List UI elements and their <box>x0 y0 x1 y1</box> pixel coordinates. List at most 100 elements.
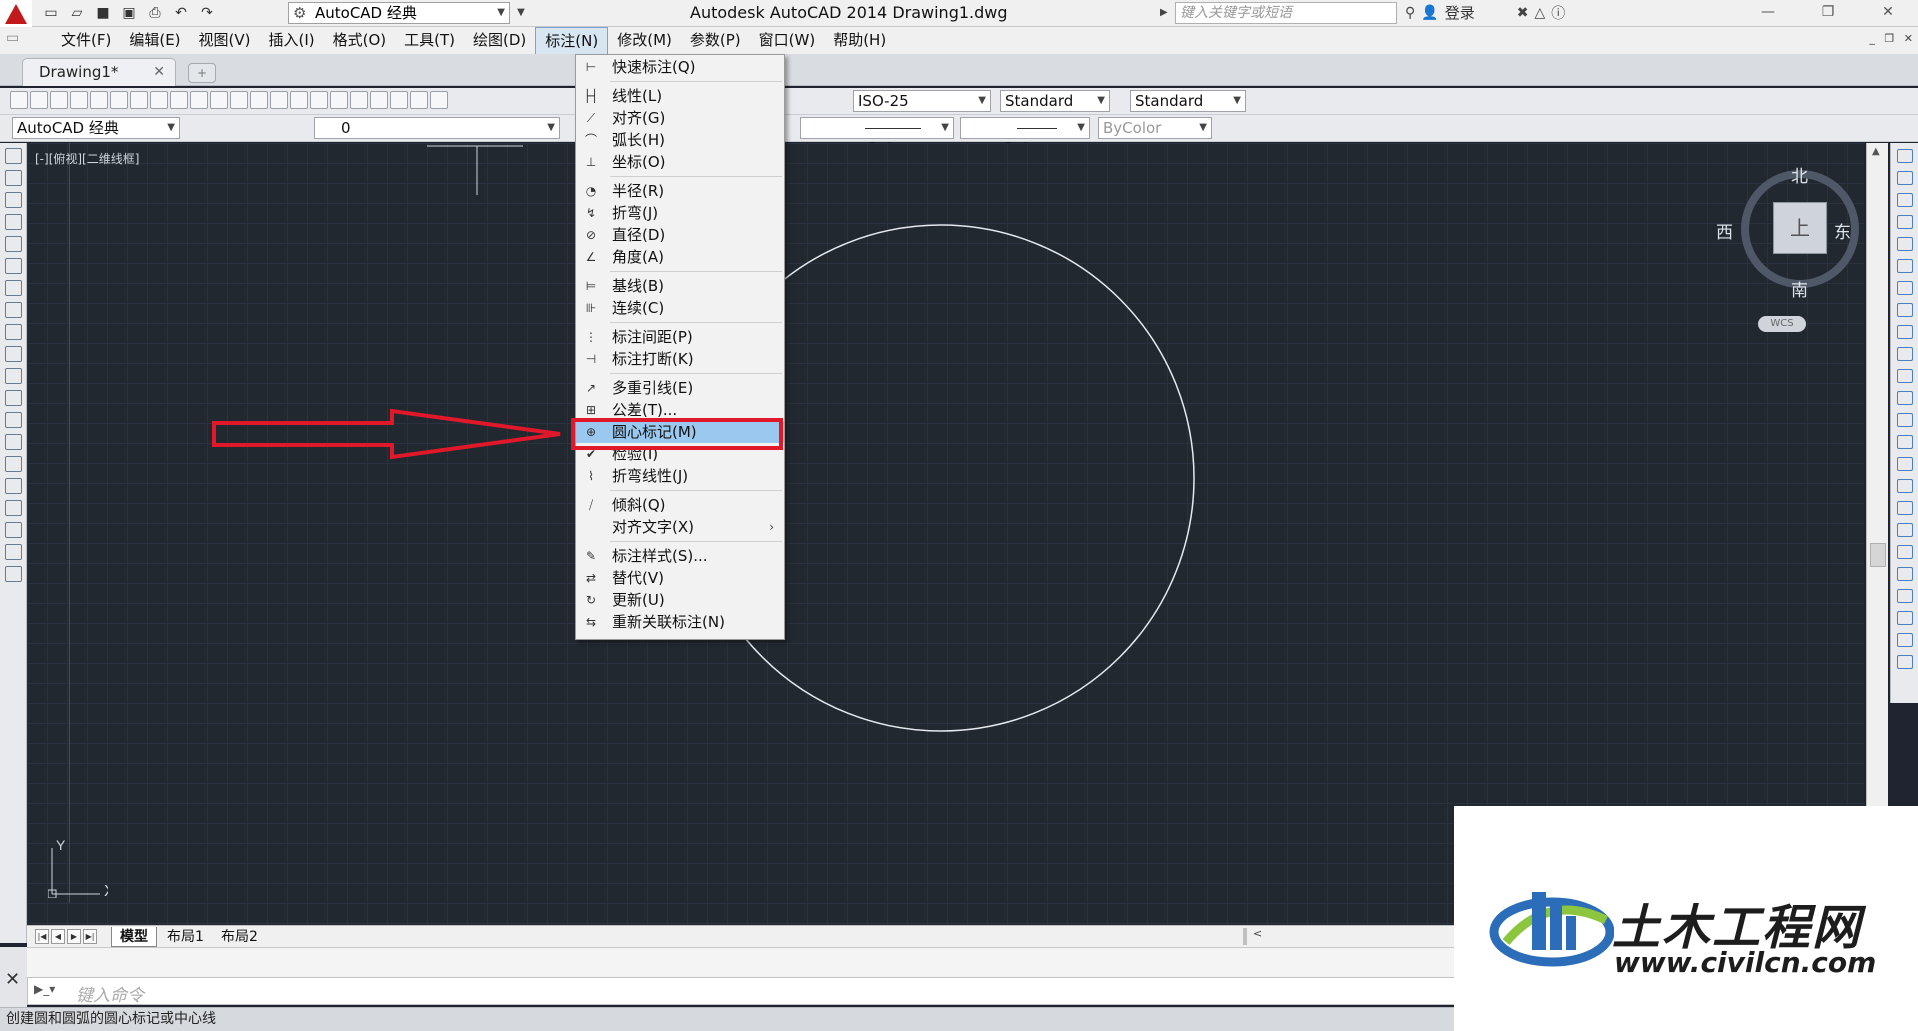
linetype-select[interactable]: ByLayer▼ <box>800 117 954 157</box>
line-tool-icon[interactable] <box>4 148 22 164</box>
dim-menu-item[interactable]: ⊘ 直径(D) <box>576 224 784 246</box>
exchange-icon[interactable]: ✖ <box>1517 5 1529 21</box>
workspace-dropdown[interactable]: ⚙ AutoCAD 经典 ▼ <box>288 2 510 24</box>
match-icon[interactable] <box>190 91 208 109</box>
user-icon[interactable]: 👤 <box>1421 5 1438 21</box>
last-layout-icon[interactable]: ▶| <box>83 929 97 944</box>
spline-tool-icon[interactable] <box>4 324 22 340</box>
markup-icon[interactable] <box>410 91 428 109</box>
menu-11[interactable]: 帮助(H) <box>824 27 895 56</box>
tab-drawing1[interactable]: Drawing1* ✕ <box>22 58 176 86</box>
ellipse-arc-tool-icon[interactable] <box>4 368 22 384</box>
draworder-icon[interactable] <box>1896 545 1913 559</box>
scroll-up-icon[interactable]: ▲ <box>1872 146 1880 157</box>
dim-menu-item[interactable]: ↯ 折弯(J) <box>576 202 784 224</box>
dim-menu-item[interactable]: ∠ 角度(A) <box>576 246 784 268</box>
extend-tool-icon[interactable] <box>1896 369 1913 383</box>
dim-menu-item[interactable]: ◔ 半径(R) <box>576 180 784 202</box>
chamfer-tool-icon[interactable] <box>1896 457 1913 471</box>
text-front-icon[interactable] <box>1896 633 1913 647</box>
dim-menu-item[interactable]: ⇄ 替代(V) <box>576 567 784 589</box>
menu-2[interactable]: 视图(V) <box>190 27 260 56</box>
open-icon[interactable] <box>30 91 48 109</box>
pan-icon[interactable] <box>250 91 268 109</box>
offset-tool-icon[interactable] <box>1896 215 1913 229</box>
dim-menu-item[interactable]: ⧸ 倾斜(Q) <box>576 494 784 516</box>
move-tool-icon[interactable] <box>1896 259 1913 273</box>
scroll-left-icon[interactable]: < <box>1253 927 1262 940</box>
new-icon[interactable] <box>10 91 28 109</box>
search-input[interactable]: 键入关键字或短语 <box>1175 2 1397 24</box>
dim-menu-item[interactable]: ⊢ 快速标注(Q) <box>576 56 784 78</box>
help-icon[interactable]: ⓘ <box>1551 3 1565 23</box>
save-icon[interactable] <box>50 91 68 109</box>
dim-menu-item[interactable]: ⊥ 坐标(O) <box>576 151 784 173</box>
viewcube[interactable]: 上 北 南 西 东 WCS <box>1716 158 1866 338</box>
join-tool-icon[interactable] <box>1896 435 1913 449</box>
hatch-back-icon[interactable] <box>1896 655 1913 669</box>
lineweight-select[interactable]: ByLayer▼ <box>960 117 1090 157</box>
workspace-select[interactable]: AutoCAD 经典 ▼ <box>12 117 180 139</box>
erase-tool-icon[interactable] <box>1896 149 1913 163</box>
mirror-tool-icon[interactable] <box>1896 193 1913 207</box>
dim-menu-item[interactable]: ✎ 标注样式(S)... <box>576 545 784 567</box>
compass-south[interactable]: 南 <box>1791 276 1808 301</box>
draworder-under-icon[interactable] <box>1896 611 1913 625</box>
command-input[interactable]: 键入命令 <box>76 981 144 1006</box>
mdi-window-controls[interactable]: _ ❐ ✕ <box>1869 32 1916 45</box>
viewport-controls-label[interactable]: [-][俯视][二维线框] <box>35 150 139 167</box>
layer-select[interactable]: 0 ▼ <box>314 117 560 139</box>
scale-tool-icon[interactable] <box>1896 303 1913 317</box>
document-icon[interactable]: ▭ <box>6 30 28 50</box>
autodesk-360-icon[interactable]: △ <box>1534 5 1545 21</box>
draworder-front-icon[interactable] <box>1896 589 1913 603</box>
break-tool-icon[interactable] <box>1896 413 1913 427</box>
tab-layout2[interactable]: 布局2 <box>213 927 266 947</box>
binoculars-icon[interactable]: ⚲ <box>1405 5 1415 21</box>
tab-model[interactable]: 模型 <box>111 927 157 947</box>
array-tool-icon[interactable] <box>1896 237 1913 251</box>
dim-menu-item[interactable]: ↗ 多重引线(E) <box>576 377 784 399</box>
tablestyle-select[interactable]: Standard ▼ <box>1130 90 1246 112</box>
dim-menu-item[interactable]: ├┤ 线性(L) <box>576 85 784 107</box>
rotate-tool-icon[interactable] <box>1896 281 1913 295</box>
ellipse-tool-icon[interactable] <box>4 346 22 362</box>
dim-menu-item[interactable]: ⇆ 重新关联标注(N) <box>576 611 784 633</box>
maximize-button[interactable]: ❐ <box>1798 0 1858 26</box>
copy-tool-icon[interactable] <box>1896 171 1913 185</box>
circle-tool-icon[interactable] <box>4 280 22 296</box>
new-icon[interactable]: ▭ <box>40 3 62 23</box>
zoom-realtime-icon[interactable] <box>270 91 288 109</box>
menu-5[interactable]: 工具(T) <box>395 27 464 56</box>
menu-3[interactable]: 插入(I) <box>260 27 324 56</box>
trim-tool-icon[interactable] <box>1896 347 1913 361</box>
minimize-button[interactable]: — <box>1738 0 1798 26</box>
dimstyle-select[interactable]: ISO-25 ▼ <box>853 90 991 112</box>
redo-icon[interactable]: ↷ <box>196 3 218 23</box>
compass-north[interactable]: 北 <box>1791 162 1808 187</box>
prev-layout-icon[interactable]: ◀ <box>51 929 65 944</box>
login-button[interactable]: 登录 <box>1445 2 1475 23</box>
hatch-tool-icon[interactable] <box>4 456 22 472</box>
copy-icon[interactable] <box>150 91 168 109</box>
explode-tool-icon[interactable] <box>1896 523 1913 537</box>
publish-icon[interactable] <box>110 91 128 109</box>
dim-menu-item[interactable]: ⋮ 标注间距(P) <box>576 326 784 348</box>
menu-9[interactable]: 参数(P) <box>681 27 750 56</box>
dim-menu-item[interactable]: ⊪ 连续(C) <box>576 297 784 319</box>
scroll-thumb[interactable] <box>1870 543 1886 567</box>
point-tool-icon[interactable] <box>4 434 22 450</box>
close-tab-icon[interactable]: ✕ <box>153 59 165 85</box>
textstyle-select[interactable]: Standard ▼ <box>1000 90 1110 112</box>
compass-west[interactable]: 西 <box>1716 218 1733 243</box>
menu-6[interactable]: 绘图(D) <box>464 27 535 56</box>
new-tab-button[interactable]: + <box>188 63 216 83</box>
zoom-window-icon[interactable] <box>290 91 308 109</box>
dim-menu-item[interactable]: ⟋ 对齐(G) <box>576 107 784 129</box>
design-center-icon[interactable] <box>350 91 368 109</box>
zoom-previous-icon[interactable] <box>310 91 328 109</box>
dim-menu-item[interactable]: ⌇ 折弯线性(J) <box>576 465 784 487</box>
revcloud-tool-icon[interactable] <box>4 302 22 318</box>
calculator-icon[interactable] <box>430 91 448 109</box>
insert-block-icon[interactable] <box>4 390 22 406</box>
